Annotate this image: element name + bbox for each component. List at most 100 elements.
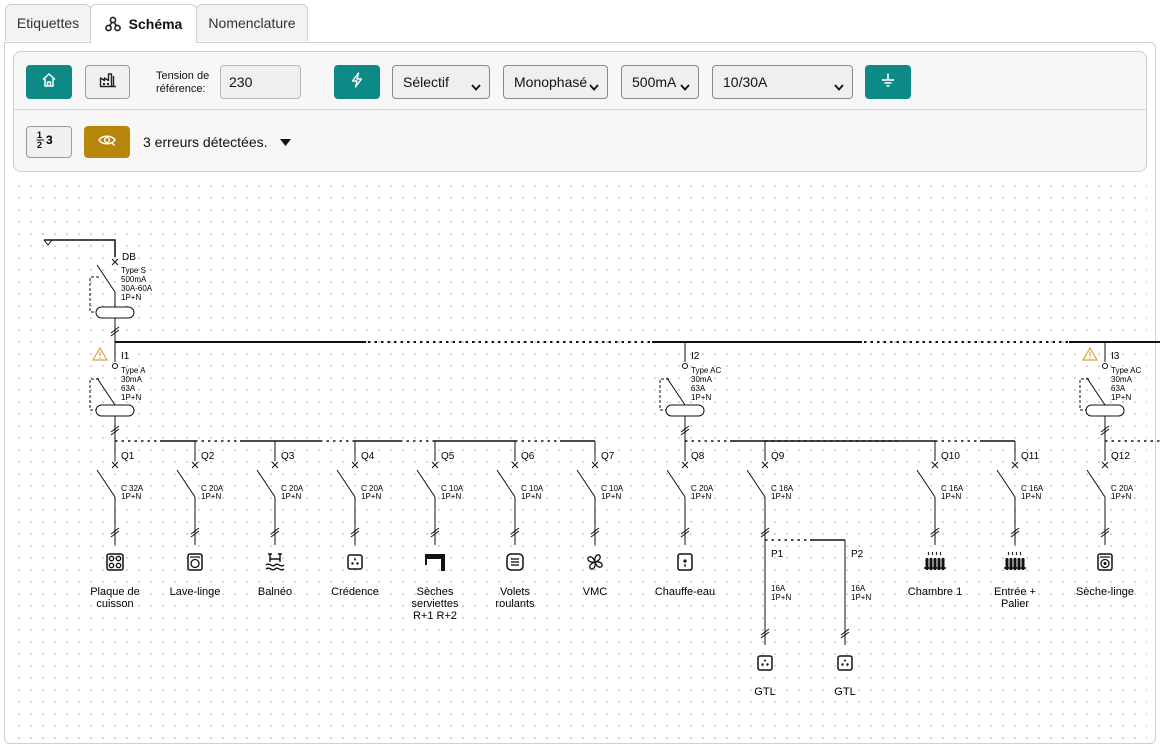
circuit-poles: 1P+N <box>361 492 381 501</box>
circuit-id: Q11 <box>1021 451 1040 462</box>
sub-circuit-id: P2 <box>851 549 864 560</box>
circuit-poles: 1P+N <box>691 492 711 501</box>
shutter-icon <box>506 553 524 571</box>
circuit-id: Q9 <box>771 451 785 462</box>
circuit-label: R+1 R+2 <box>413 610 457 622</box>
circuit-q7[interactable]: Q7C 10A1P+NVMC <box>576 441 624 598</box>
cooktop-icon <box>106 553 124 571</box>
incoming-supply <box>43 239 116 257</box>
circuit-q8[interactable]: Q8C 20A1P+NChauffe-eau <box>655 441 715 598</box>
circuit-poles: 1P+N <box>1021 492 1041 501</box>
rcd-spec: Type A <box>121 366 146 375</box>
outlet-icon <box>347 554 363 570</box>
circuit-label: cuisson <box>96 598 133 610</box>
dryer-icon <box>1097 553 1113 571</box>
washing-machine-icon <box>187 553 203 571</box>
radiator-icon <box>924 551 946 570</box>
circuit-poles: 1P+N <box>201 492 221 501</box>
rcd-i3[interactable]: I3 Type AC 30mA 63A 1P+N <box>1079 342 1141 441</box>
rcd-spec: Type AC <box>691 366 721 375</box>
circuit-poles: 1P+N <box>771 492 791 501</box>
warning-icon[interactable] <box>91 346 109 361</box>
circuit-label: serviettes <box>411 598 459 610</box>
water-heater-icon <box>677 553 693 571</box>
circuit-q3[interactable]: Q3C 20A1P+NBalnéo <box>256 441 304 598</box>
sub-circuit-label: GTL <box>754 686 775 698</box>
tab-schema[interactable]: Schéma <box>90 4 197 43</box>
rcd-spec: 30mA <box>691 375 713 384</box>
circuit-label: Plaque de <box>90 586 140 598</box>
main-breaker[interactable]: DB Type S 500mA 30A-60A 1P+N <box>89 252 153 342</box>
main-breaker-spec: 500mA <box>121 275 147 284</box>
tab-label: Schéma <box>128 16 183 32</box>
rcd-id: I1 <box>121 351 130 362</box>
sub-circuit-p2[interactable]: P2 16A 1P+N GTL <box>834 540 871 698</box>
rcd-spec: 63A <box>121 384 136 393</box>
circuit-q2[interactable]: Q2C 20A1P+NLave-linge <box>170 441 224 598</box>
circuit-q11[interactable]: Q11C 16A1P+NEntrée +Palier <box>994 441 1044 610</box>
circuit-group: Q1C 32A1P+NPlaque decuissonQ2C 20A1P+NLa… <box>90 441 1134 622</box>
outlet-icon <box>757 655 773 671</box>
rcd-spec: Type AC <box>1111 366 1141 375</box>
circuit-q10[interactable]: Q10C 16A1P+NChambre 1 <box>908 441 964 598</box>
sub-circuit-id: P1 <box>771 549 784 560</box>
rcd-i1[interactable]: I1 Type A 30mA 63A 1P+N <box>89 342 146 441</box>
circuit-poles: 1P+N <box>941 492 961 501</box>
circuit-poles: 1P+N <box>521 492 541 501</box>
main-breaker-id: DB <box>122 252 136 263</box>
circuit-poles: 1P+N <box>601 492 621 501</box>
circuit-label: VMC <box>583 586 608 598</box>
bathtub-icon <box>265 553 285 571</box>
circuit-label: Entrée + <box>994 586 1036 598</box>
circuit-label: roulants <box>495 598 535 610</box>
sub-circuit-poles: 1P+N <box>851 593 871 602</box>
towel-dryer-icon <box>425 554 445 571</box>
circuit-id: Q6 <box>521 451 535 462</box>
circuit-id: Q4 <box>361 451 375 462</box>
circuit-label: Balnéo <box>258 586 292 598</box>
schema-diagram: DB Type S 500mA 30A-60A 1P+N I1 Type A 3… <box>43 239 1160 698</box>
circuit-q5[interactable]: Q5C 10A1P+NSèchesserviettesR+1 R+2 <box>411 441 464 622</box>
rcd-spec: 1P+N <box>121 393 141 402</box>
circuit-id: Q3 <box>281 451 295 462</box>
circuit-poles: 1P+N <box>281 492 301 501</box>
sub-circuit-poles: 1P+N <box>771 593 791 602</box>
rcd-i2[interactable]: I2 Type AC 30mA 63A 1P+N <box>659 342 721 441</box>
sub-circuit-label: GTL <box>834 686 855 698</box>
sub-circuit-rating: 16A <box>851 584 866 593</box>
circuit-q4[interactable]: Q4C 20A1P+NCrédence <box>331 441 384 598</box>
outlet-icon <box>837 655 853 671</box>
circuit-id: Q1 <box>121 451 135 462</box>
circuit-label: Chambre 1 <box>908 586 962 598</box>
circuit-id: Q2 <box>201 451 215 462</box>
circuit-id: Q12 <box>1111 451 1130 462</box>
main-breaker-spec: 1P+N <box>121 293 141 302</box>
circuit-label: Crédence <box>331 586 379 598</box>
circuit-q12[interactable]: Q12C 20A1P+NSèche-linge <box>1076 441 1134 598</box>
rcd-spec: 30mA <box>1111 375 1133 384</box>
rcd-id: I3 <box>1111 351 1120 362</box>
circuit-q1[interactable]: Q1C 32A1P+NPlaque decuisson <box>90 441 144 610</box>
circuit-id: Q8 <box>691 451 705 462</box>
circuit-id: Q7 <box>601 451 615 462</box>
circuit-label: Sèches <box>417 586 454 598</box>
fan-icon <box>587 554 603 570</box>
circuit-label: Volets <box>500 586 530 598</box>
circuit-label: Lave-linge <box>170 586 221 598</box>
rcd-spec: 63A <box>1111 384 1126 393</box>
circuit-id: Q5 <box>441 451 455 462</box>
circuit-poles: 1P+N <box>121 492 141 501</box>
sub-circuit-p1[interactable]: P1 16A 1P+N GTL <box>754 540 791 698</box>
circuit-id: Q10 <box>941 451 960 462</box>
warning-icon[interactable] <box>1081 346 1099 361</box>
rcd-spec: 1P+N <box>1111 393 1131 402</box>
rcd-id: I2 <box>691 351 700 362</box>
rcd-spec: 1P+N <box>691 393 711 402</box>
rcd-spec: 30mA <box>121 375 143 384</box>
radiator-icon <box>1004 551 1026 570</box>
circuit-q6[interactable]: Q6C 10A1P+NVoletsroulants <box>495 441 544 610</box>
circuit-poles: 1P+N <box>1111 492 1131 501</box>
circuit-q9[interactable]: Q9C 16A1P+N <box>746 441 794 540</box>
circuit-label: Palier <box>1001 598 1029 610</box>
circuit-poles: 1P+N <box>441 492 461 501</box>
